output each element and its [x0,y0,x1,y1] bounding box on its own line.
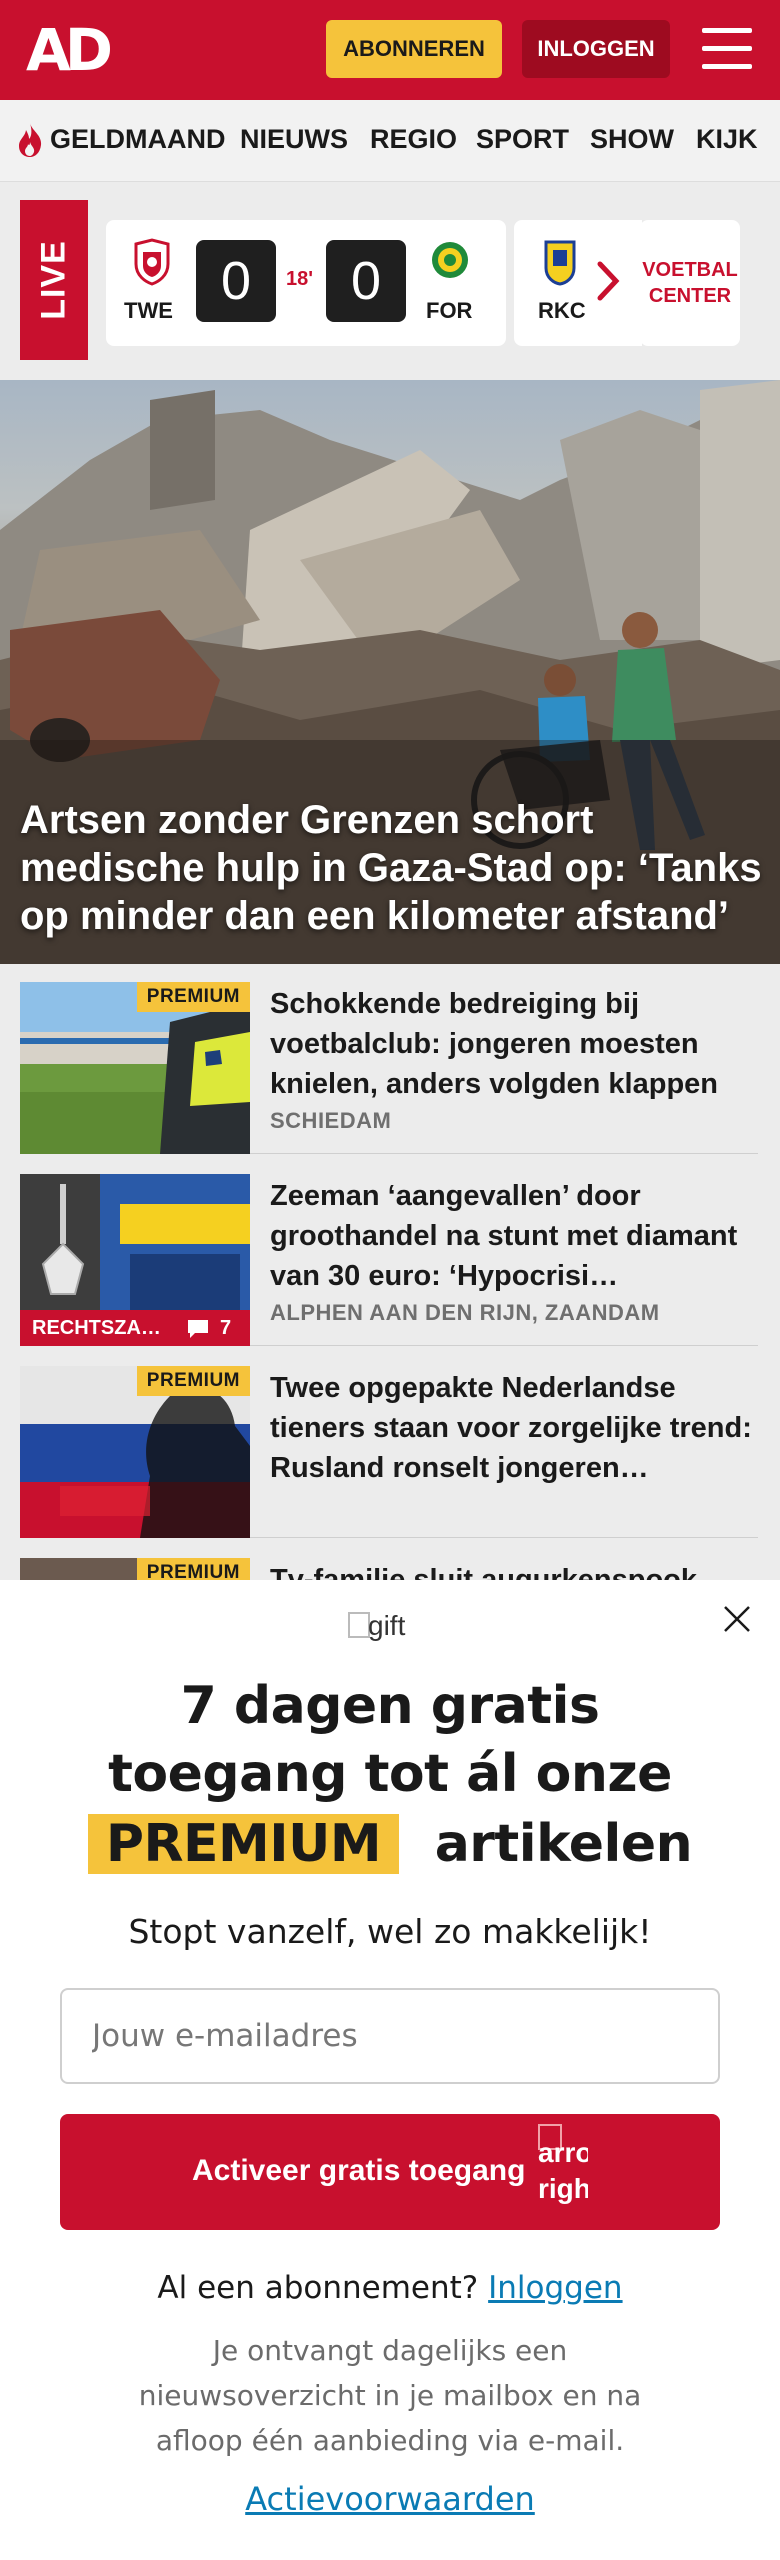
fortuna-logo [432,242,468,278]
premium-highlight: PREMIUM [87,1814,400,1874]
hero-article[interactable]: Artsen zonder Grenzen schort medische hu… [0,380,780,964]
email-field[interactable] [60,1988,720,2084]
already-subscribed: Al een abonnement? Inloggen [157,2270,623,2306]
article-title[interactable]: Zeeman ‘aangevallen’ door groothandel na… [270,1176,758,1296]
nav-item-nieuws[interactable]: NIEUWS [240,124,348,155]
chevron-right-icon[interactable] [594,256,624,306]
nav-item-geldmaand[interactable]: GELDMAAND [50,124,226,155]
premium-trial-modal: gift 7 dagen gratis toegang tot ál onze … [0,1580,780,2560]
login-link[interactable]: Inloggen [488,2270,622,2306]
nav-item-regio[interactable]: REGIO [370,124,457,155]
top-bar: AD ABONNEREN INLOGGEN [0,0,780,100]
nav-item-sport[interactable]: SPORT [476,124,569,155]
article-location: ALPHEN AAN DEN RIJN, ZAANDAM [270,1300,660,1325]
voetbal-center-link[interactable]: VOETBAL CENTER [640,220,740,346]
hero-title[interactable]: Artsen zonder Grenzen schort medische hu… [20,796,770,940]
modal-heading-line2: toegang tot ál onze [108,1744,672,1804]
article-item[interactable]: PREMIUM Schokkende bedreiging bij voetba… [20,964,758,1154]
gift-icon: gift [348,1610,438,1654]
article-thumbnail: RECHTSZA… 7 [20,1174,250,1346]
arrow-right-icon: arro righ [538,2122,588,2222]
main-nav: GELDMAAND NIEUWS REGIO SPORT SHOW KIJK [0,100,780,182]
live-tag: LIVE [20,200,88,360]
modal-heading-line3: PREMIUM artikelen [0,1814,780,1874]
section-tag[interactable]: RECHTSZA… [20,1310,180,1346]
modal-heading-line1: 7 dagen gratis [180,1676,600,1736]
nav-item-kijk[interactable]: KIJK [696,124,758,155]
newsletter-info: Je ontvangt dagelijks een nieuwsoverzich… [138,2334,642,2457]
ad-logo[interactable]: AD [26,20,118,80]
comment-count[interactable]: 7 [180,1310,250,1346]
article-location: SCHIEDAM [270,1108,392,1133]
nav-item-show[interactable]: SHOW [590,124,674,155]
premium-badge: PREMIUM [136,982,250,1012]
match-minute: 18' [286,268,314,290]
article-title[interactable]: Twee opgepakte Nederlandse tieners staan… [270,1368,758,1488]
conditions-link-wrap: Actievoorwaarden [0,2480,780,2518]
home-score: 0 [196,240,276,322]
away-team-code: FOR [426,298,473,323]
match-card[interactable]: TWE 0 18' 0 FOR [106,220,506,346]
article-thumbnail: PREMIUM [20,982,250,1154]
rkc-logo [544,240,576,286]
article-item[interactable]: RECHTSZA… 7 Zeeman ‘aangevallen’ door gr… [20,1156,758,1346]
activate-free-access-button[interactable]: Activeer gratis toegang arro righ [60,2114,720,2230]
next-team-code: RKC [538,298,586,323]
conditions-link[interactable]: Actievoorwaarden [245,2480,535,2518]
fc-twente-logo [134,238,170,286]
comment-icon [188,1320,208,1338]
article-title[interactable]: Schokkende bedreiging bij voetbalclub: j… [270,984,758,1104]
login-button[interactable]: INLOGGEN [522,20,670,78]
home-team-code: TWE [124,298,173,323]
live-score-bar: LIVE TWE 0 18' 0 FOR RKC VOETBAL CENTER [0,182,780,380]
article-thumbnail: PREMIUM [20,1366,250,1538]
away-score: 0 [326,240,406,322]
menu-icon[interactable] [702,26,752,72]
subscribe-button[interactable]: ABONNEREN [326,20,502,78]
close-icon[interactable] [722,1604,752,1634]
modal-subtitle: Stopt vanzelf, wel zo makkelijk! [128,1912,652,1951]
article-item[interactable]: PREMIUM Twee opgepakte Nederlandse tiene… [20,1348,758,1538]
premium-badge: PREMIUM [136,1366,250,1396]
flame-icon [19,123,42,157]
